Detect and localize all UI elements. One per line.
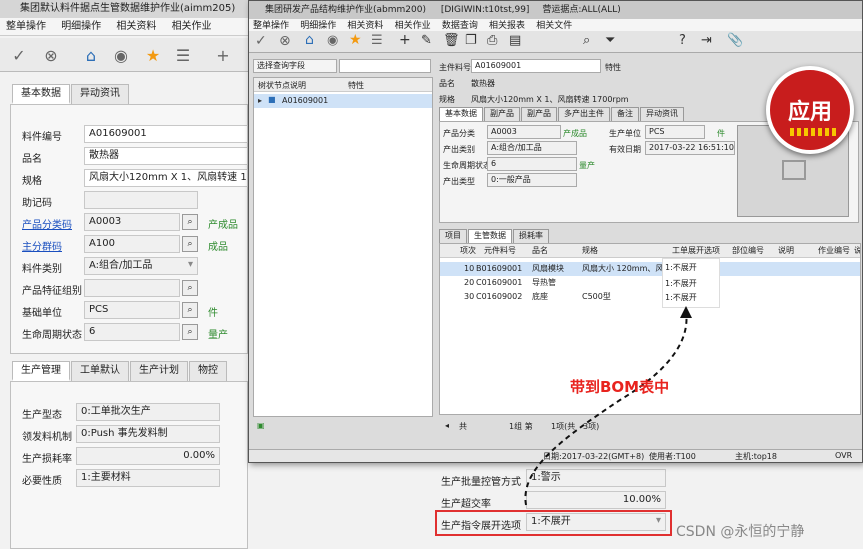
badge-stripes xyxy=(790,128,836,136)
badge-text: 应用 xyxy=(788,100,833,125)
app-badge: 应用 xyxy=(766,66,854,154)
annotation-label: 带到BOM表中 xyxy=(570,378,670,396)
watermark: CSDN @永恒的宁静 xyxy=(676,524,805,540)
annotation-arrow xyxy=(524,306,692,506)
